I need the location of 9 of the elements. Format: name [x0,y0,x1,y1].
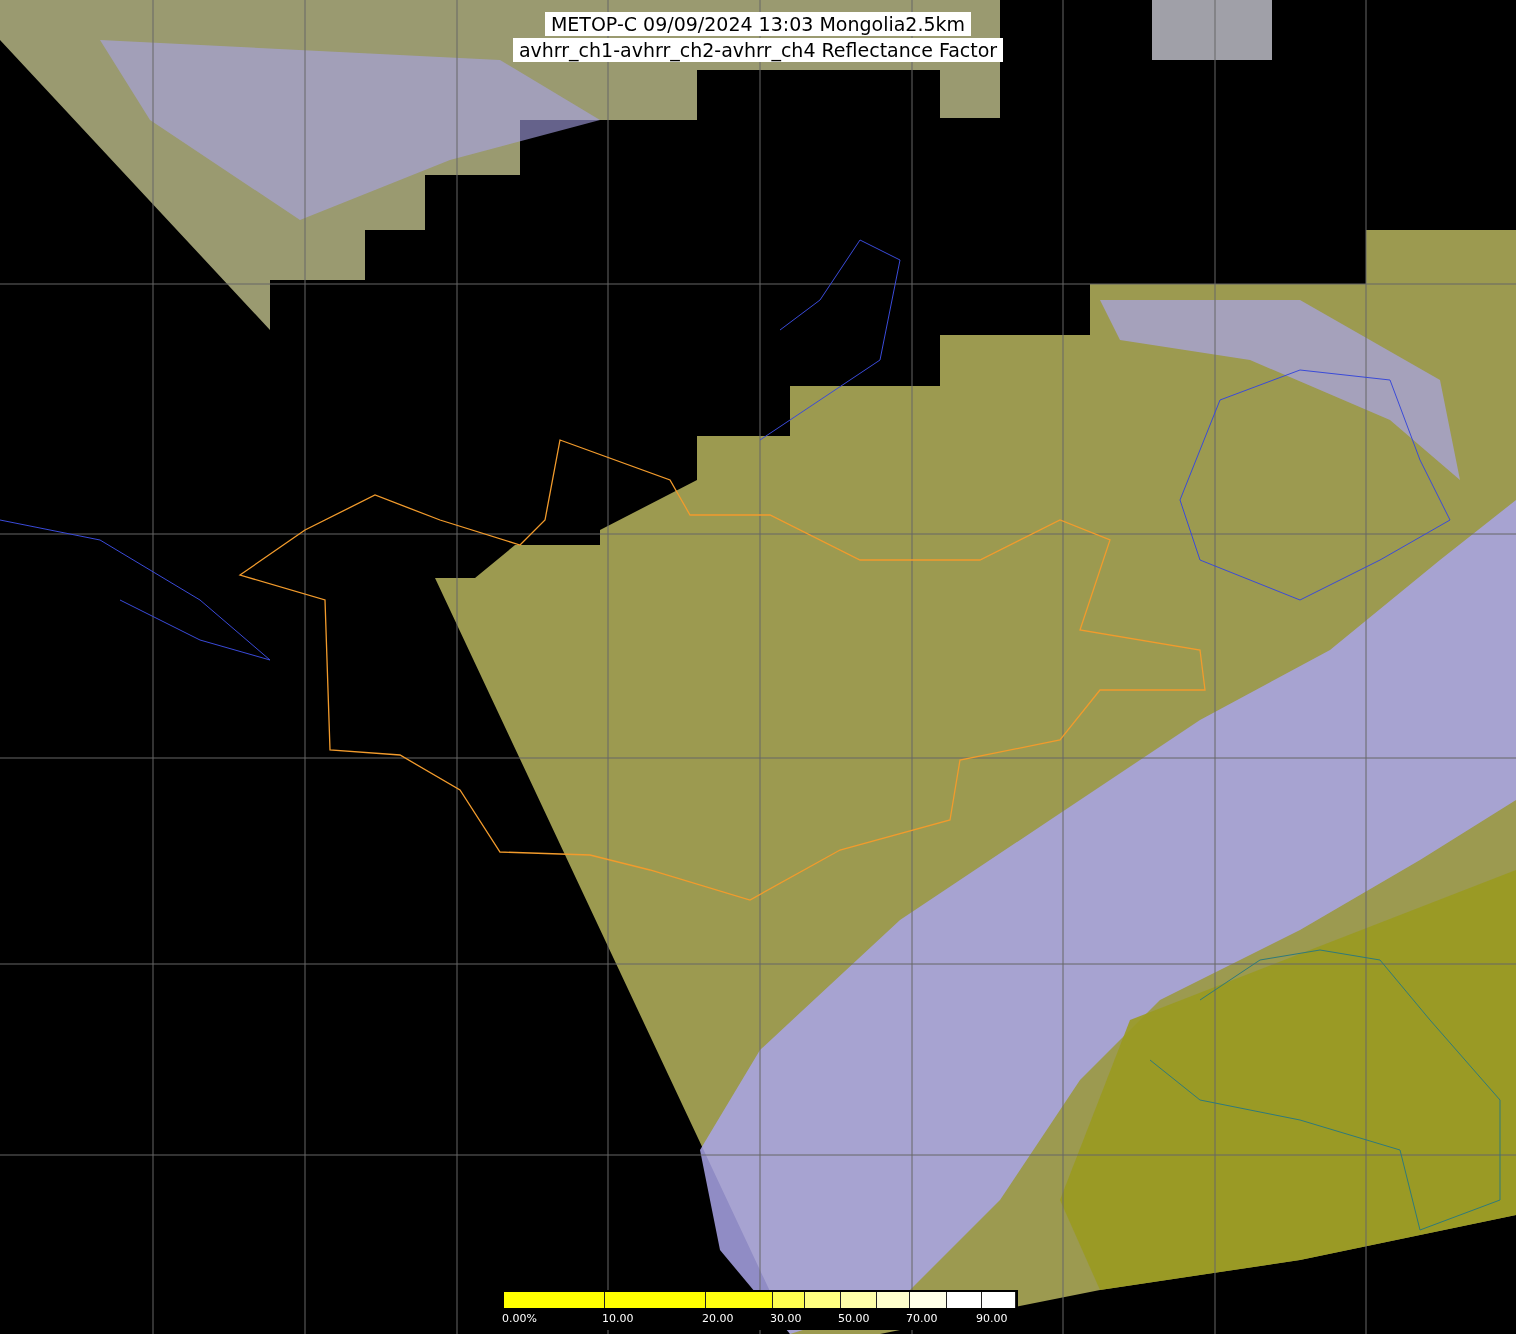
colorbar-tick-label: 20.00 [702,1312,734,1325]
colorbar-tick-label: 0.00% [502,1312,537,1325]
colorbar-tick-label: 10.00 [602,1312,634,1325]
map-title: avhrr_ch1-avhrr_ch2-avhrr_ch4 Reflectance Factor [512,38,1004,62]
colorbar-tick-label: 30.00 [770,1312,802,1325]
map-title: METOP-C 09/09/2024 13:03 Mongolia2.5km [544,12,972,36]
colorbar-tick-label: 90.00 [976,1312,1008,1325]
colorbar-tick-label: 70.00 [906,1312,938,1325]
colorbar-tick-label: 50.00 [838,1312,870,1325]
